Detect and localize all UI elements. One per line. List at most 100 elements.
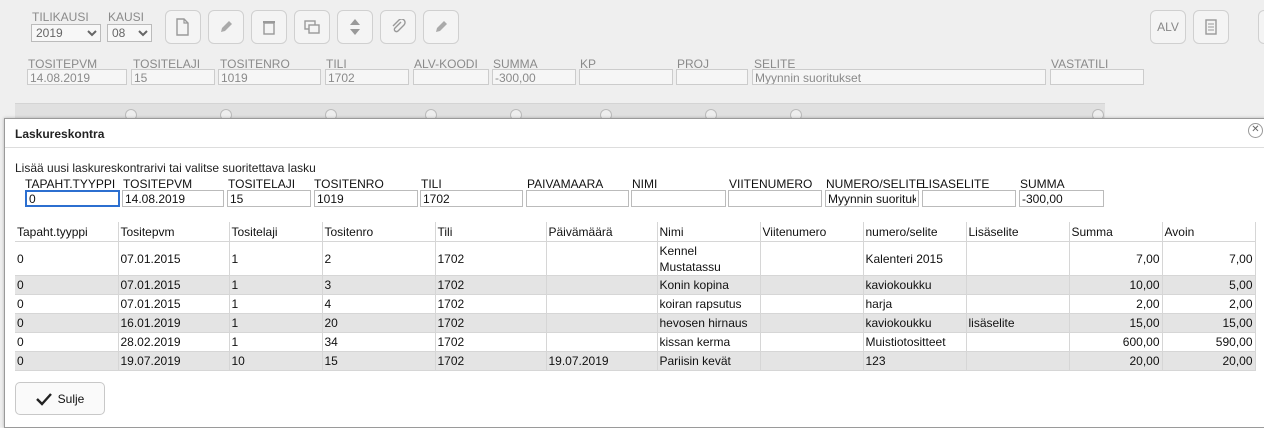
kausi-select[interactable]: 08 [107, 24, 152, 42]
cell: 5,00 [1162, 275, 1256, 295]
cell: kaviokoukku [863, 313, 967, 333]
input-tositepvm[interactable] [122, 190, 224, 207]
cell: 3 [322, 275, 436, 295]
col-avoin[interactable]: Avoin [1162, 222, 1256, 242]
cell: 2 [322, 241, 436, 276]
input-tili[interactable] [420, 190, 523, 207]
cell: 15,00 [1069, 313, 1163, 333]
cell: 7,00 [1069, 241, 1163, 276]
checkmark-icon [35, 392, 52, 406]
col-tili[interactable]: Tili [435, 222, 547, 242]
cell: 1702 [435, 332, 547, 352]
cell [546, 241, 658, 276]
table-row[interactable]: 0 16.01.2019 1 20 1702 hevosen hirnaus k… [15, 313, 1256, 333]
edit-button-2[interactable] [423, 10, 459, 44]
input-tositenro[interactable] [314, 190, 418, 207]
col-tositepvm[interactable]: Tositepvm [118, 222, 230, 242]
new-document-button[interactable] [165, 10, 201, 44]
table-row[interactable]: 0 07.01.2015 1 4 1702 koiran rapsutus ha… [15, 294, 1256, 314]
cell: 16.01.2019 [118, 313, 230, 333]
dialog-hint: Lisää uusi laskureskontrarivi tai valits… [15, 161, 316, 175]
col-paivamaara[interactable]: Päivämäärä [546, 222, 658, 242]
cell: 7,00 [1162, 241, 1256, 276]
bg-field-tositenro[interactable]: 1019 [218, 69, 321, 85]
input-tapaht-tyyppi[interactable] [25, 190, 120, 207]
cell [760, 351, 864, 371]
cell: 0 [15, 275, 119, 295]
table-row[interactable]: 0 07.01.2015 1 3 1702 Konin kopina kavio… [15, 275, 1256, 295]
cell [546, 332, 658, 352]
cell: 1702 [435, 294, 547, 314]
cell: 07.01.2015 [118, 294, 230, 314]
bg-field-alv-koodi[interactable] [413, 69, 489, 85]
cell: 4 [322, 294, 436, 314]
report-button[interactable] [1193, 10, 1229, 44]
sort-button[interactable] [337, 10, 373, 44]
input-paivamaara[interactable] [526, 190, 629, 207]
col-lisaselite[interactable]: Lisäselite [966, 222, 1070, 242]
bg-field-summa[interactable]: -300,00 [492, 69, 576, 85]
bg-field-proj[interactable] [676, 69, 748, 85]
cell: 20,00 [1069, 351, 1163, 371]
input-lisaselite[interactable] [922, 190, 1016, 207]
input-nimi[interactable] [631, 190, 726, 207]
kausi-label: KAUSI [108, 10, 145, 24]
cell: 2,00 [1162, 294, 1256, 314]
input-tositelaji[interactable] [227, 190, 311, 207]
cell: 1702 [435, 241, 547, 276]
paperclip-icon [392, 19, 406, 33]
col-tositelaji[interactable]: Tositelaji [229, 222, 323, 242]
bg-field-tositelaji[interactable]: 15 [131, 69, 215, 85]
cell: 0 [15, 294, 119, 314]
pencil-icon [436, 21, 447, 32]
col-nimi[interactable]: Nimi [657, 222, 761, 242]
cell: 1 [229, 332, 323, 352]
copy-icon [304, 20, 320, 34]
cell: Kalenteri 2015 [863, 241, 967, 276]
table-row[interactable]: 0 28.02.2019 1 34 1702 kissan kerma Muis… [15, 332, 1256, 352]
table-row[interactable]: 0 07.01.2015 1 2 1702 Kennel Mustatassu … [15, 241, 1256, 276]
copy-button[interactable] [294, 10, 330, 44]
invoice-table: Tapaht.tyyppi Tositepvm Tositelaji Tosit… [15, 222, 1256, 371]
dialog-titlebar: Laskureskontra ✕ [5, 119, 1264, 148]
table-row[interactable]: 0 19.07.2019 10 15 1702 19.07.2019 Parii… [15, 351, 1256, 371]
col-viitenumero[interactable]: Viitenumero [760, 222, 864, 242]
document-icon [1205, 19, 1217, 35]
input-viitenumero[interactable] [728, 190, 822, 207]
cell [966, 332, 1070, 352]
input-numero-selite[interactable] [825, 190, 919, 207]
cell: hevosen hirnaus [657, 313, 761, 333]
bg-field-kp[interactable] [579, 69, 673, 85]
close-icon[interactable]: ✕ [1248, 123, 1263, 138]
pencil-icon [221, 21, 232, 32]
laskureskontra-dialog: Laskureskontra ✕ Lisää uusi laskureskont… [4, 118, 1264, 428]
label-tositelaji: TOSITELAJI [228, 177, 296, 191]
bg-field-tili[interactable]: 1702 [325, 69, 409, 85]
bg-field-tositepvm[interactable]: 14.08.2019 [27, 69, 127, 85]
col-summa[interactable]: Summa [1069, 222, 1163, 242]
cell: 34 [322, 332, 436, 352]
input-summa[interactable] [1019, 190, 1104, 207]
tilikausi-select[interactable]: 2019 [31, 24, 101, 42]
col-tositenro[interactable]: Tositenro [322, 222, 436, 242]
cell: 0 [15, 332, 119, 352]
alv-button[interactable]: ALV [1150, 10, 1186, 44]
cell: 1702 [435, 351, 547, 371]
cell [760, 332, 864, 352]
delete-button[interactable] [251, 10, 287, 44]
col-numero-selite[interactable]: numero/selite [863, 222, 967, 242]
col-tapaht-tyyppi[interactable]: Tapaht.tyyppi [15, 222, 119, 242]
cell: 1702 [435, 275, 547, 295]
cell: harja [863, 294, 967, 314]
bg-field-vastatili[interactable] [1050, 69, 1144, 85]
cell: 07.01.2015 [118, 275, 230, 295]
cell [966, 294, 1070, 314]
extra-button[interactable] [1258, 10, 1264, 44]
attach-button[interactable] [380, 10, 416, 44]
cell: Kennel Mustatassu [657, 241, 761, 276]
table-header-row: Tapaht.tyyppi Tositepvm Tositelaji Tosit… [15, 222, 1256, 242]
edit-button[interactable] [208, 10, 244, 44]
close-button[interactable]: Sulje [15, 382, 105, 415]
cell [966, 275, 1070, 295]
bg-field-selite[interactable]: Myynnin suoritukset [752, 69, 1046, 85]
